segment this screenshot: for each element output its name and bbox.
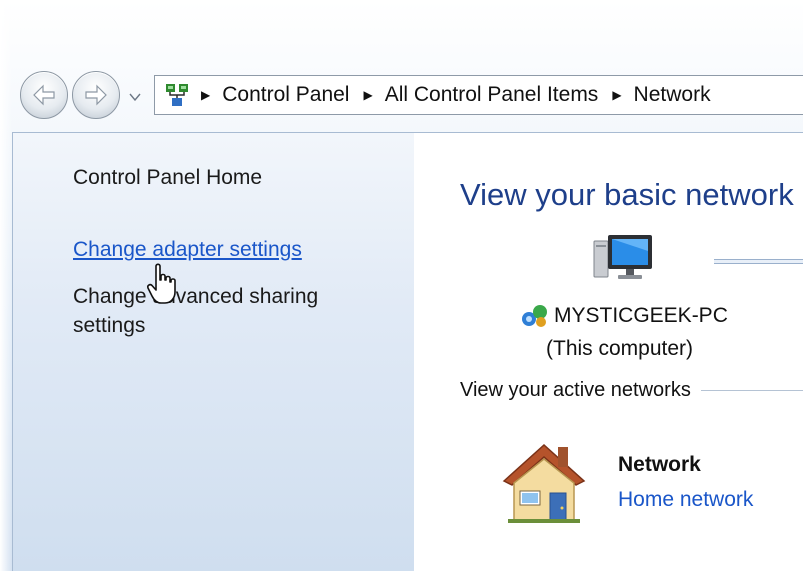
breadcrumb-network[interactable]: Network: [634, 83, 711, 107]
breadcrumb-separator[interactable]: ▶: [612, 88, 621, 102]
homegroup-icon: [520, 303, 550, 329]
active-networks-heading: View your active networks: [460, 379, 691, 401]
change-adapter-settings-link[interactable]: Change adapter settings: [73, 235, 302, 264]
section-divider: [700, 390, 803, 391]
breadcrumb-control-panel[interactable]: Control Panel: [222, 83, 349, 107]
main-pane: View your basic network MYSTICGEEK-PC (T…: [414, 132, 803, 571]
computer-label: MYSTICGEEK-PC: [520, 303, 728, 329]
address-bar[interactable]: ▶ Control Panel ▶ All Control Panel Item…: [154, 75, 803, 115]
window-edge: [0, 0, 12, 571]
connection-line: [714, 259, 803, 264]
forward-arrow-icon: [83, 84, 109, 106]
home-network-icon[interactable]: [498, 437, 590, 525]
computer-name: MYSTICGEEK-PC: [554, 304, 728, 327]
page-title: View your basic network: [460, 177, 794, 212]
computer-icon[interactable]: [592, 231, 656, 287]
network-type-link[interactable]: Home network: [618, 488, 753, 512]
recent-pages-button[interactable]: [128, 88, 142, 102]
dropdown-arrow-icon: [129, 86, 141, 105]
breadcrumb-separator[interactable]: ▶: [363, 88, 372, 102]
computer-caption: (This computer): [546, 337, 694, 360]
change-advanced-sharing-link[interactable]: Change advanced sharing settings: [73, 282, 393, 340]
breadcrumb-separator[interactable]: ▶: [201, 88, 210, 102]
control-panel-home-link[interactable]: Control Panel Home: [73, 163, 262, 192]
network-sharing-icon: [163, 81, 191, 109]
back-arrow-icon: [31, 84, 57, 106]
back-button[interactable]: [20, 71, 68, 119]
active-networks-section: View your active networks: [460, 379, 803, 402]
breadcrumb-all-items[interactable]: All Control Panel Items: [385, 83, 599, 107]
forward-button[interactable]: [72, 71, 120, 119]
hand-cursor-icon: [146, 262, 182, 308]
network-name: Network: [618, 453, 701, 476]
task-pane: Control Panel Home Change adapter settin…: [12, 132, 414, 571]
